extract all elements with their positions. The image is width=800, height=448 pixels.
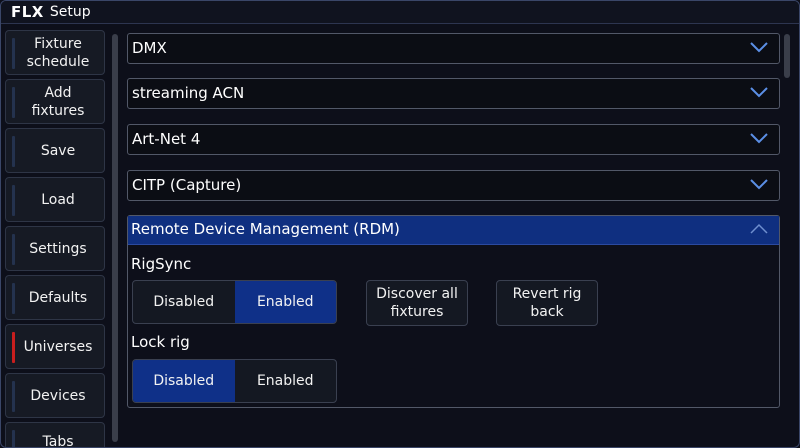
sidebar-item-universes[interactable]: Universes bbox=[5, 324, 105, 369]
sidebar-item-label: Settings bbox=[29, 240, 87, 257]
sidebar-scrollbar[interactable] bbox=[112, 34, 118, 442]
lock-rig-label: Lock rig bbox=[131, 333, 190, 351]
sidebar-item-label: Add fixtures bbox=[31, 84, 85, 119]
sidebar-marker bbox=[12, 283, 15, 314]
section-title: Art-Net 4 bbox=[132, 130, 201, 148]
sidebar-item-label: Devices bbox=[30, 387, 86, 404]
rdm-header[interactable]: Remote Device Management (RDM) bbox=[128, 216, 779, 245]
sidebar-active-marker bbox=[12, 332, 15, 363]
sidebar-marker bbox=[12, 136, 15, 167]
sidebar-marker bbox=[12, 185, 15, 216]
window-title: Setup bbox=[49, 4, 91, 20]
section-art-net-4[interactable]: Art-Net 4 bbox=[127, 124, 780, 155]
chevron-down-icon bbox=[750, 87, 768, 98]
revert-rig-back-button[interactable]: Revert rig back bbox=[496, 280, 598, 326]
section-title: CITP (Capture) bbox=[132, 176, 242, 194]
lock-rig-enabled-option[interactable]: Enabled bbox=[235, 360, 337, 402]
sidebar-marker bbox=[12, 381, 15, 412]
section-dmx[interactable]: DMX bbox=[127, 33, 780, 64]
discover-all-fixtures-button[interactable]: Discover all fixtures bbox=[366, 280, 468, 326]
setup-window: FLX Setup Fixture schedule Add fixtures … bbox=[0, 0, 800, 448]
sidebar-marker bbox=[12, 38, 15, 69]
lock-rig-toggle: Disabled Enabled bbox=[132, 359, 337, 403]
title-bar: FLX Setup bbox=[1, 1, 799, 24]
chevron-down-icon bbox=[750, 179, 768, 190]
section-title: DMX bbox=[132, 39, 167, 57]
lock-rig-disabled-option[interactable]: Disabled bbox=[133, 360, 235, 402]
sidebar-item-add-fixtures[interactable]: Add fixtures bbox=[5, 79, 105, 124]
sidebar-marker bbox=[12, 430, 15, 447]
sidebar-item-save[interactable]: Save bbox=[5, 128, 105, 173]
rigsync-disabled-option[interactable]: Disabled bbox=[133, 281, 235, 323]
sidebar-item-label: Fixture schedule bbox=[26, 35, 90, 70]
chevron-down-icon bbox=[750, 133, 768, 144]
sidebar-item-label: Save bbox=[40, 142, 76, 159]
chevron-down-icon bbox=[750, 42, 768, 53]
sidebar-item-fixture-schedule[interactable]: Fixture schedule bbox=[5, 30, 105, 75]
section-title: Remote Device Management (RDM) bbox=[131, 220, 400, 238]
section-title: streaming ACN bbox=[132, 84, 245, 102]
content-scrollbar[interactable] bbox=[784, 34, 790, 78]
sidebar-item-label: Load bbox=[41, 191, 75, 208]
sidebar-item-label: Defaults bbox=[28, 289, 88, 306]
chevron-up-icon bbox=[750, 223, 768, 234]
sidebar-item-label: Tabs bbox=[42, 434, 74, 448]
rigsync-label: RigSync bbox=[131, 255, 192, 273]
sidebar-item-tabs[interactable]: Tabs bbox=[5, 422, 105, 448]
section-citp-capture[interactable]: CITP (Capture) bbox=[127, 170, 780, 201]
section-rdm: Remote Device Management (RDM) RigSync D… bbox=[127, 215, 780, 408]
sidebar-item-label: Universes bbox=[23, 338, 93, 355]
rigsync-enabled-option[interactable]: Enabled bbox=[234, 281, 336, 323]
sidebar-item-load[interactable]: Load bbox=[5, 177, 105, 222]
sidebar-item-defaults[interactable]: Defaults bbox=[5, 275, 105, 320]
rigsync-toggle: Disabled Enabled bbox=[132, 280, 337, 324]
section-streaming-acn[interactable]: streaming ACN bbox=[127, 78, 780, 109]
app-logo: FLX bbox=[11, 3, 44, 21]
sidebar-item-settings[interactable]: Settings bbox=[5, 226, 105, 271]
sidebar-marker bbox=[12, 87, 15, 118]
sidebar-item-devices[interactable]: Devices bbox=[5, 373, 105, 418]
sidebar-marker bbox=[12, 234, 15, 265]
